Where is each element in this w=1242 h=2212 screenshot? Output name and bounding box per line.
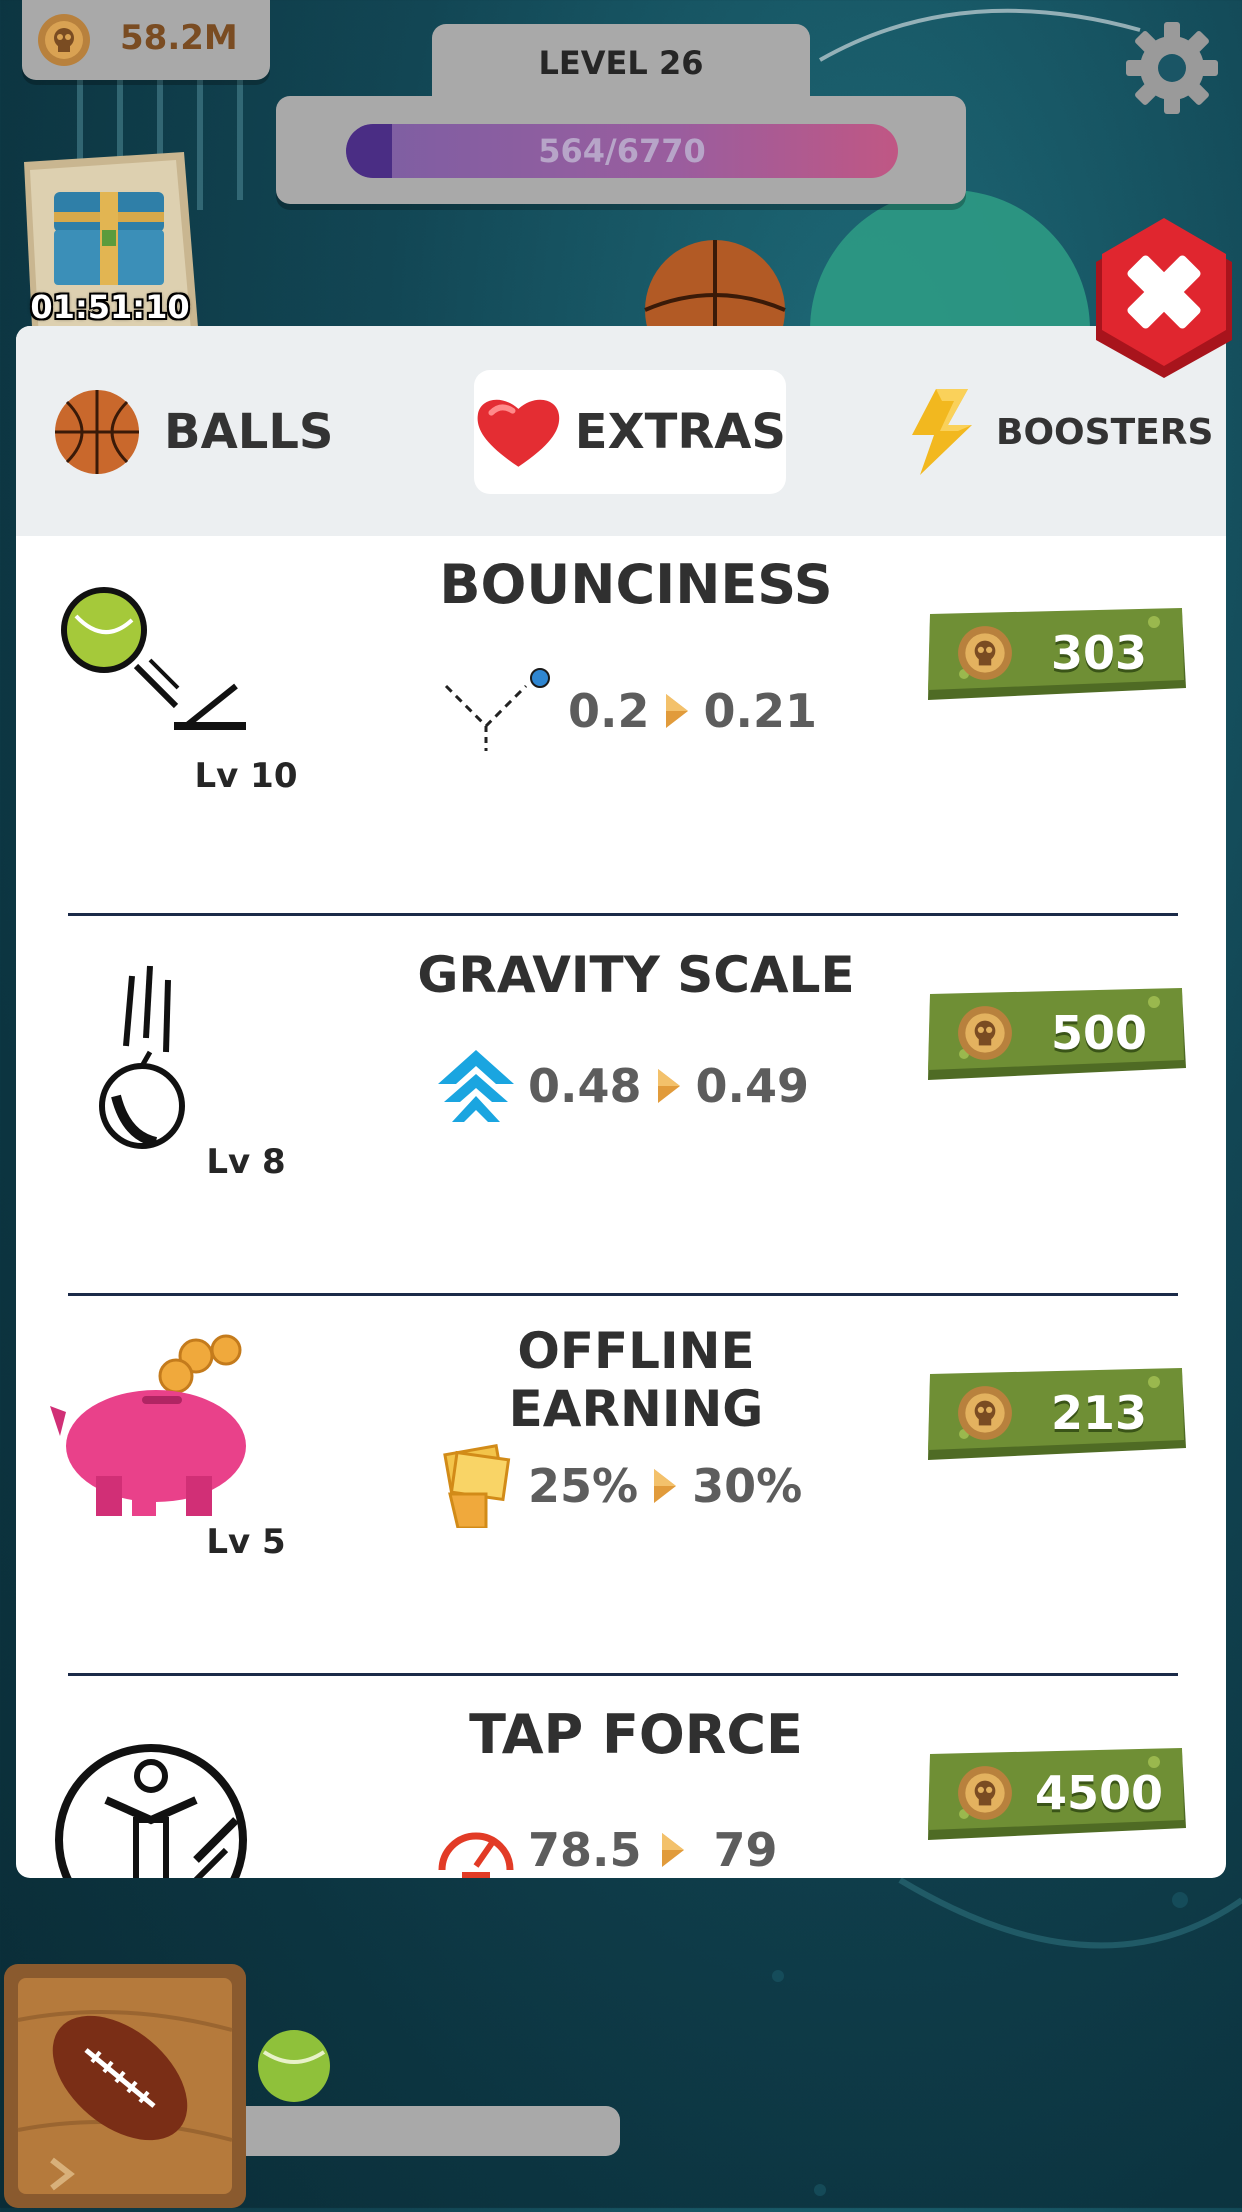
xp-progress-text: 564/6770: [538, 132, 706, 170]
current-value: 0.48: [528, 1059, 642, 1113]
tab-balls[interactable]: BALLS: [52, 370, 333, 494]
next-value: 0.21: [703, 684, 818, 738]
close-icon[interactable]: [1086, 218, 1242, 380]
level-label-tab: LEVEL 26: [432, 24, 810, 104]
xp-panel: 564/6770: [276, 96, 966, 204]
buy-button[interactable]: 213: [924, 1368, 1188, 1468]
next-value: 0.49: [695, 1059, 810, 1113]
skull-coin-icon: [958, 1766, 1012, 1820]
tab-bar: BALLS EXTRAS BOOSTERS: [16, 326, 1226, 536]
upgrade-level: Lv 8: [206, 1142, 286, 1182]
falling-apple-icon: [99, 965, 185, 1149]
coin-balance: 58.2M: [22, 0, 270, 80]
next-value: 30%: [692, 1459, 803, 1513]
upgrade-row-offline-earning: Lv 5 OFFLINE EARNING 25% 30% 213: [16, 1296, 1226, 1676]
price: 213: [1050, 1386, 1148, 1440]
buy-button[interactable]: 303: [924, 608, 1188, 708]
upgrade-title: GRAVITY SCALE: [417, 946, 855, 1004]
buy-button[interactable]: 500: [924, 988, 1188, 1088]
skull-coin-icon: [958, 1006, 1012, 1060]
upgrade-level: Lv 5: [206, 1522, 286, 1562]
shop-panel: BALLS EXTRAS BOOSTERS Lv 10 BOUNCINESS 0…: [16, 326, 1226, 1878]
arrow-right-icon: [665, 694, 688, 728]
tab-extras[interactable]: EXTRAS: [474, 370, 786, 494]
current-value: 0.2: [568, 684, 650, 738]
basketball-icon: [55, 390, 139, 474]
upgrade-row-bounciness: Lv 10 BOUNCINESS 0.2 0.21 303: [16, 536, 1226, 916]
next-value: 79: [713, 1823, 778, 1877]
xp-progress-bar: 564/6770: [346, 124, 898, 178]
upgrade-title: TAP FORCE: [469, 1703, 803, 1766]
skull-coin-icon: [38, 14, 90, 66]
bounce-trajectory-icon: [444, 668, 550, 751]
selected-ball-slot[interactable]: [0, 1960, 250, 2208]
tab-boosters[interactable]: BOOSTERS: [906, 370, 1213, 494]
upgrade-title: BOUNCINESS: [439, 553, 833, 616]
tab-label: EXTRAS: [574, 404, 786, 460]
price: 4500: [1034, 1766, 1164, 1820]
upgrade-stats: 25% 30%: [436, 1444, 856, 1528]
cash-hand-icon: [443, 1444, 511, 1528]
lightning-icon: [912, 389, 972, 475]
chest-timer: 01:51:10: [30, 288, 190, 326]
price: 303: [1050, 626, 1148, 680]
upgrade-row-gravity-scale: Lv 8 GRAVITY SCALE 0.48 0.49 500: [16, 916, 1226, 1296]
buy-button[interactable]: 4500: [924, 1748, 1188, 1848]
coin-amount: 58.2M: [120, 18, 238, 58]
skull-coin-icon: [958, 1386, 1012, 1440]
tab-label: BOOSTERS: [996, 411, 1214, 453]
chevron-up-icon: [438, 1050, 514, 1122]
arrow-right-icon: [661, 1833, 684, 1867]
arrow-right-icon: [654, 1469, 677, 1503]
current-value: 25%: [528, 1459, 639, 1513]
gear-icon[interactable]: [1122, 18, 1222, 118]
upgrade-stats: 0.48 0.49: [436, 1046, 856, 1126]
bottom-progress-track: [222, 2106, 620, 2156]
upgrade-row-tap-force: TAP FORCE 78.5 79 4500: [16, 1676, 1226, 1878]
arrow-right-icon: [657, 1069, 680, 1103]
price: 500: [1050, 1006, 1148, 1060]
tennis-ball-icon: [258, 2030, 330, 2102]
tap-force-icon: [55, 1744, 247, 1878]
piggy-bank-icon: [50, 1334, 246, 1516]
heart-icon: [477, 399, 560, 467]
level-label: LEVEL 26: [538, 44, 704, 82]
bouncing-ball-icon: [61, 587, 246, 730]
upgrade-stats: 78.5 79: [436, 1810, 856, 1878]
speedometer-icon: [438, 1832, 514, 1878]
upgrade-level: Lv 10: [194, 756, 298, 796]
upgrade-title: OFFLINE EARNING: [508, 1322, 764, 1438]
current-value: 78.5: [528, 1823, 642, 1877]
upgrade-stats: 0.2 0.21: [436, 666, 856, 756]
tab-label: BALLS: [164, 404, 334, 460]
skull-coin-icon: [958, 626, 1012, 680]
football-icon: [4, 1964, 246, 2208]
